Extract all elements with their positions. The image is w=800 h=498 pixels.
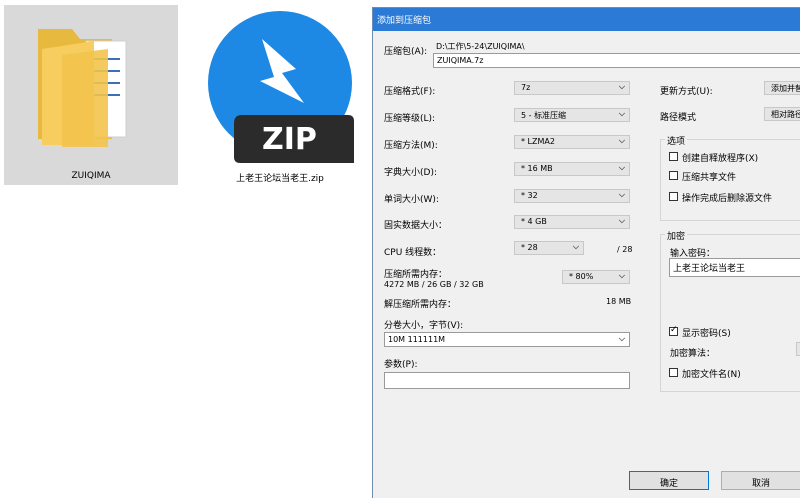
- cpu-label: CPU 线程数：: [384, 248, 442, 258]
- mem-decomp-value: 18 MB: [606, 297, 632, 306]
- sfx-checkbox[interactable]: [669, 152, 678, 161]
- level-select[interactable]: 5 - 标准压缩 ⌵: [514, 108, 630, 122]
- dropdown-arrow-icon: ⌵: [618, 216, 625, 225]
- delete-checkbox[interactable]: [669, 192, 678, 201]
- split-value: 10M 111111M: [388, 335, 446, 344]
- dropdown-arrow-icon: ⌵: [618, 163, 625, 172]
- folder-icon: [38, 29, 127, 147]
- desktop-zip-item[interactable]: ZIP 上老王论坛当老王.zip: [200, 5, 360, 185]
- mem-comp-label: 压缩所需内存：: [384, 270, 448, 280]
- sfx-label[interactable]: 创建自释放程序(X): [682, 151, 758, 164]
- level-value: 5 - 标准压缩: [521, 111, 567, 120]
- dict-label: 字典大小(D):: [384, 168, 437, 178]
- path-select[interactable]: 相对路径: [764, 107, 800, 121]
- dialog-titlebar[interactable]: 添加到压缩包: [373, 8, 800, 31]
- folder-label: ZUIQIMA: [71, 171, 111, 181]
- show-password-checkbox[interactable]: [669, 325, 678, 336]
- show-password-label[interactable]: 显示密码(S): [682, 326, 731, 339]
- archive-path: D:\工作\5-24\ZUIQIMA\: [436, 42, 525, 51]
- params-input[interactable]: [384, 372, 630, 389]
- solid-value: * 4 GB: [521, 217, 547, 226]
- update-select[interactable]: 添加并替: [764, 81, 800, 95]
- update-value: 添加并替: [771, 84, 800, 93]
- level-label: 压缩等级(L):: [384, 114, 436, 124]
- mem-decomp-label: 解压缩所需内存：: [384, 300, 457, 310]
- dropdown-arrow-icon: ⌵: [618, 271, 625, 280]
- path-label: 路径模式: [660, 113, 697, 123]
- format-label: 压缩格式(F):: [384, 87, 436, 97]
- mem-comp-value: * 80%: [569, 272, 594, 281]
- options-title: 选项: [665, 134, 688, 147]
- dropdown-arrow-icon: ⌵: [618, 109, 625, 118]
- solid-select[interactable]: * 4 GB ⌵: [514, 215, 630, 229]
- dict-value: * 16 MB: [521, 164, 553, 173]
- encrypt-title: 加密: [665, 229, 688, 242]
- password-input[interactable]: 上老王论坛当老王: [669, 258, 800, 277]
- ok-button[interactable]: 确定: [629, 471, 709, 490]
- format-value: 7z: [521, 83, 531, 92]
- dropdown-arrow-icon: ⌵: [618, 190, 625, 199]
- split-input[interactable]: 10M 111111M ⌵: [384, 332, 630, 347]
- ok-label: 确定: [659, 479, 678, 489]
- mem-comp-select[interactable]: * 80% ⌵: [562, 270, 630, 284]
- cpu-max: / 28: [617, 245, 633, 254]
- zip-badge: ZIP: [262, 122, 317, 157]
- cpu-select[interactable]: * 28 ⌵: [514, 241, 584, 255]
- cancel-button[interactable]: 取消: [721, 471, 800, 490]
- dialog-title: 添加到压缩包: [377, 16, 432, 26]
- enc-method-label: 加密算法：: [670, 349, 716, 359]
- desktop-folder-item[interactable]: ZUIQIMA: [4, 5, 178, 185]
- enc-filenames-label[interactable]: 加密文件名(N): [682, 367, 741, 380]
- dropdown-arrow-icon: ⌵: [618, 334, 625, 343]
- dict-select[interactable]: * 16 MB ⌵: [514, 162, 630, 176]
- solid-label: 固实数据大小：: [384, 221, 448, 231]
- dropdown-arrow-icon: ⌵: [618, 82, 625, 91]
- path-value: 相对路径: [771, 110, 800, 119]
- split-label: 分卷大小，字节(V):: [384, 321, 464, 331]
- word-select[interactable]: * 32 ⌵: [514, 189, 630, 203]
- archive-name-value: ZUIQIMA.7z: [437, 56, 484, 65]
- mem-comp-detail: 4272 MB / 26 GB / 32 GB: [384, 280, 484, 289]
- archive-label: 压缩包(A):: [384, 47, 428, 57]
- enc-filenames-checkbox[interactable]: [669, 368, 678, 377]
- enc-method-select[interactable]: [796, 342, 800, 356]
- update-label: 更新方式(U):: [660, 87, 713, 97]
- password-value: 上老王论坛当老王: [673, 264, 746, 274]
- cpu-value: * 28: [521, 243, 538, 252]
- word-value: * 32: [521, 191, 538, 200]
- cancel-label: 取消: [751, 479, 770, 489]
- zip-label: 上老王论坛当老王.zip: [236, 174, 324, 184]
- method-value: * LZMA2: [521, 137, 555, 146]
- params-label: 参数(P):: [384, 360, 418, 370]
- dropdown-arrow-icon: ⌵: [572, 242, 579, 251]
- method-select[interactable]: * LZMA2 ⌵: [514, 135, 630, 149]
- shared-label[interactable]: 压缩共享文件: [682, 170, 736, 183]
- delete-label[interactable]: 操作完成后删除源文件: [682, 191, 772, 204]
- word-label: 单词大小(W):: [384, 195, 439, 205]
- shared-checkbox[interactable]: [669, 171, 678, 180]
- dropdown-arrow-icon: ⌵: [618, 136, 625, 145]
- method-label: 压缩方法(M):: [384, 141, 438, 151]
- format-select[interactable]: 7z ⌵: [514, 81, 630, 95]
- add-to-archive-dialog: 添加到压缩包 压缩包(A): D:\工作\5-24\ZUIQIMA\ ZUIQI…: [372, 7, 800, 498]
- archive-name-input[interactable]: ZUIQIMA.7z: [433, 53, 800, 68]
